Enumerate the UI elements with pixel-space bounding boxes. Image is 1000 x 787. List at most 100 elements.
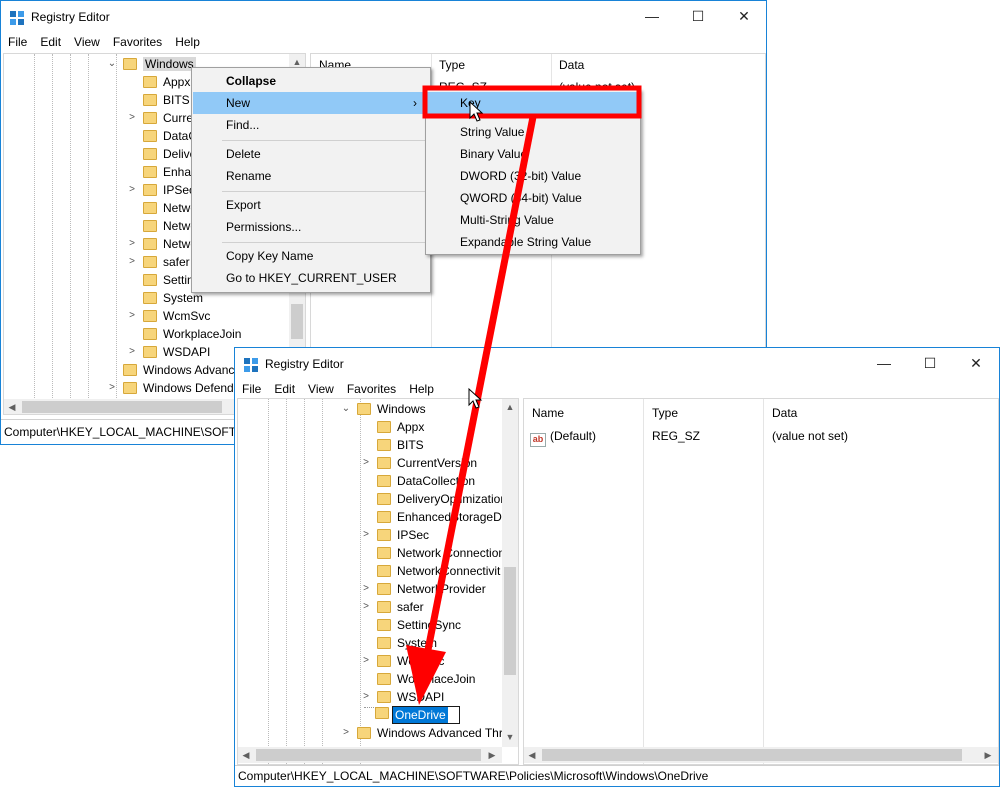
close-button[interactable]: ✕ [721, 1, 766, 31]
tree-item[interactable]: WcmSvc [377, 652, 444, 670]
menu-file[interactable]: File [235, 380, 267, 398]
scroll-down-arrow[interactable]: ▼ [502, 729, 518, 745]
tree-item[interactable]: Appx [377, 418, 424, 436]
tree-item[interactable]: Windows [357, 400, 426, 418]
scroll-right-arrow[interactable]: ▶ [484, 747, 500, 763]
values-pane[interactable]: Name Type Data ab (Default) REG_SZ (value… [523, 398, 999, 765]
column-data[interactable]: Data [772, 406, 797, 420]
tree-item[interactable]: Netwo [143, 217, 197, 235]
tree-pane[interactable]: ⌄ Windows Appx BITS > CurrentVersion DataColle… [237, 398, 519, 765]
column-name[interactable]: Name [532, 406, 564, 420]
rename-input[interactable]: OneDrive [392, 706, 460, 724]
collapse-chevron-icon[interactable]: ⌄ [106, 58, 118, 69]
tree-item[interactable]: safer [143, 253, 190, 271]
tree-item[interactable]: Settin [143, 271, 194, 289]
menu-edit[interactable]: Edit [33, 33, 67, 51]
tree-item[interactable]: Appx [143, 73, 190, 91]
scroll-up-arrow[interactable]: ▲ [502, 399, 518, 415]
tree-item[interactable]: DataCollection [377, 472, 475, 490]
tree-item[interactable]: WorkplaceJoin [377, 670, 475, 688]
h-scroll-thumb[interactable] [542, 749, 962, 761]
menu-edit[interactable]: Edit [267, 380, 301, 398]
column-type[interactable]: Type [439, 58, 465, 72]
submenu-multi-string-value[interactable]: Multi-String Value [427, 209, 639, 231]
menu-help[interactable]: Help [168, 33, 206, 51]
tree-item[interactable]: BITS [143, 91, 190, 109]
tree-new-key-row[interactable]: OneDrive [375, 706, 460, 724]
tree-item[interactable]: NetworkConnectivit [377, 562, 500, 580]
expand-chevron-icon[interactable]: > [106, 382, 118, 393]
tree-item[interactable]: BITS [377, 436, 424, 454]
column-data[interactable]: Data [559, 58, 584, 72]
tree-item[interactable]: CurrentVersion [377, 454, 477, 472]
ctx-copy-key-name[interactable]: Copy Key Name [193, 245, 429, 267]
scroll-right-arrow[interactable]: ▶ [980, 747, 996, 763]
ctx-permissions[interactable]: Permissions... [193, 216, 429, 238]
expand-chevron-icon[interactable]: > [340, 727, 352, 738]
ctx-export[interactable]: Export [193, 194, 429, 216]
tree-item[interactable]: Delive [143, 145, 196, 163]
tree-item[interactable]: System [377, 634, 437, 652]
ctx-delete[interactable]: Delete [193, 143, 429, 165]
submenu-qword-value[interactable]: QWORD (64-bit) Value [427, 187, 639, 209]
expand-chevron-icon[interactable]: > [360, 691, 372, 702]
expand-chevron-icon[interactable]: > [360, 601, 372, 612]
submenu-expandable-string-value[interactable]: Expandable String Value [427, 231, 639, 253]
tree-item[interactable]: WSDAPI [377, 688, 444, 706]
title-bar[interactable]: Registry Editor — ☐ ✕ [235, 348, 999, 380]
submenu-string-value[interactable]: String Value [427, 121, 639, 143]
submenu-binary-value[interactable]: Binary Value [427, 143, 639, 165]
values-horizontal-scrollbar[interactable]: ◀ ▶ [524, 747, 998, 763]
ctx-find[interactable]: Find... [193, 114, 429, 136]
menu-favorites[interactable]: Favorites [340, 380, 402, 398]
menu-favorites[interactable]: Favorites [106, 33, 168, 51]
expand-chevron-icon[interactable]: > [126, 346, 138, 357]
tree-item[interactable]: Network Connection [377, 544, 505, 562]
expand-chevron-icon[interactable]: > [126, 310, 138, 321]
tree-vertical-scrollbar[interactable]: ▲ ▼ [502, 399, 518, 747]
expand-chevron-icon[interactable]: > [126, 112, 138, 123]
scroll-thumb[interactable] [291, 304, 303, 339]
maximize-button[interactable]: ☐ [675, 1, 721, 31]
ctx-new[interactable]: New › [193, 92, 429, 114]
submenu-dword-value[interactable]: DWORD (32-bit) Value [427, 165, 639, 187]
ctx-goto-hkcu[interactable]: Go to HKEY_CURRENT_USER [193, 267, 429, 289]
close-button[interactable]: ✕ [953, 348, 999, 378]
tree-horizontal-scrollbar[interactable]: ◀ ▶ [238, 747, 502, 763]
menu-file[interactable]: File [1, 33, 33, 51]
scroll-left-arrow[interactable]: ◀ [238, 747, 254, 763]
expand-chevron-icon[interactable]: > [126, 238, 138, 249]
h-scroll-thumb[interactable] [22, 401, 222, 413]
maximize-button[interactable]: ☐ [907, 348, 953, 378]
menu-help[interactable]: Help [402, 380, 440, 398]
tree-item[interactable]: DataC [143, 127, 197, 145]
tree-item[interactable]: Curre [143, 109, 193, 127]
expand-chevron-icon[interactable]: > [360, 655, 372, 666]
ctx-rename[interactable]: Rename [193, 165, 429, 187]
tree-item[interactable]: Enhar [143, 163, 195, 181]
minimize-button[interactable]: — [861, 348, 907, 378]
scroll-left-arrow[interactable]: ◀ [4, 399, 20, 414]
tree-item[interactable]: WorkplaceJoin [143, 325, 241, 343]
tree-item[interactable]: Windows Defende [123, 379, 240, 397]
tree-item[interactable]: EnhancedStorageDe [377, 508, 508, 526]
tree-item[interactable]: DeliveryOptimization [377, 490, 507, 508]
submenu-key[interactable]: Key [427, 92, 639, 114]
tree-item[interactable]: Windows [123, 55, 196, 73]
expand-chevron-icon[interactable]: > [126, 184, 138, 195]
tree-item[interactable]: Netwo [143, 199, 197, 217]
ctx-collapse[interactable]: Collapse [193, 70, 429, 92]
minimize-button[interactable]: — [629, 1, 675, 31]
tree-item[interactable]: WcmSvc [143, 307, 210, 325]
expand-chevron-icon[interactable]: > [360, 457, 372, 468]
tree-item[interactable]: Windows Advanc [123, 361, 234, 379]
expand-chevron-icon[interactable]: > [126, 256, 138, 267]
scroll-left-arrow[interactable]: ◀ [524, 747, 540, 763]
expand-chevron-icon[interactable]: > [360, 583, 372, 594]
menu-view[interactable]: View [301, 380, 340, 398]
collapse-chevron-icon[interactable]: ⌄ [340, 403, 352, 414]
menu-view[interactable]: View [67, 33, 106, 51]
title-bar[interactable]: Registry Editor — ☐ ✕ [1, 1, 766, 33]
tree-item[interactable]: Netwo [143, 235, 197, 253]
tree-item[interactable]: WSDAPI [143, 343, 210, 361]
